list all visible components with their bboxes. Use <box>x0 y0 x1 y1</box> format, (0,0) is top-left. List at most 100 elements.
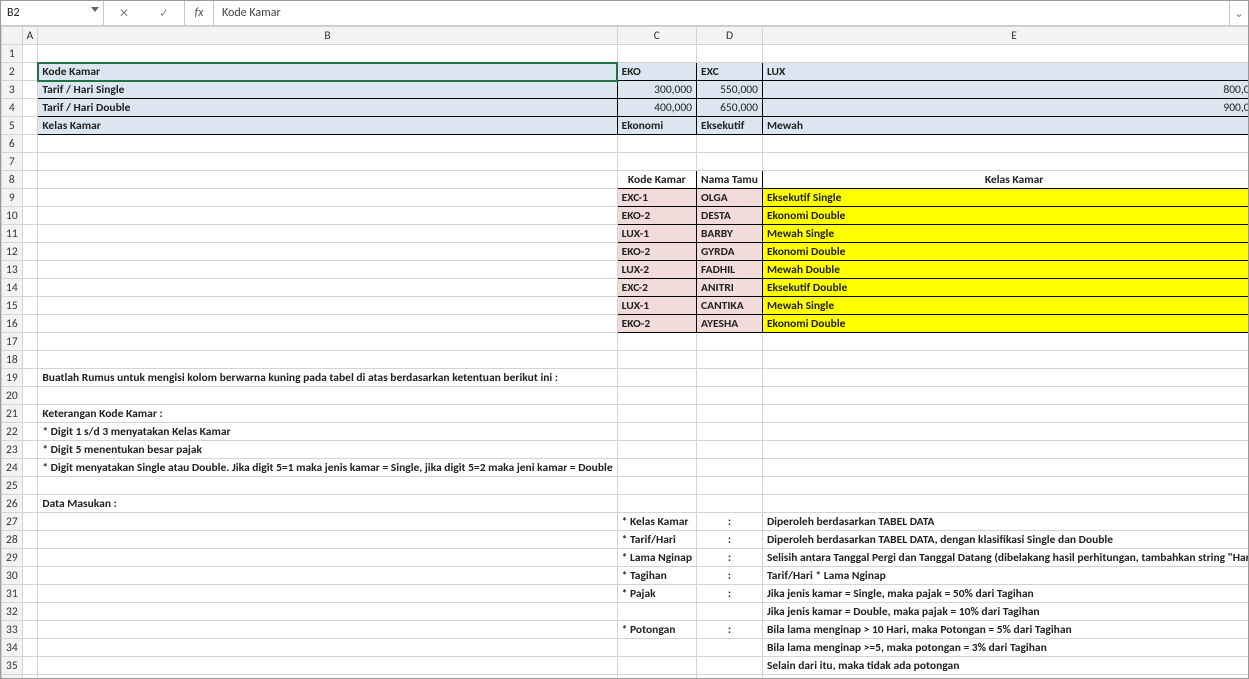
cell-E17[interactable] <box>762 333 1248 351</box>
cell-A9[interactable] <box>22 189 38 207</box>
row-header-27[interactable]: 27 <box>2 513 23 531</box>
cell-B36[interactable] <box>38 675 617 679</box>
cell-C14[interactable]: EXC-2 <box>617 279 696 297</box>
cell-E5[interactable]: Mewah <box>762 117 1248 135</box>
cell-D9[interactable]: OLGA <box>697 189 763 207</box>
cell-C9[interactable]: EXC-1 <box>617 189 696 207</box>
cell-C34[interactable] <box>617 639 696 657</box>
cell-A14[interactable] <box>22 279 38 297</box>
cell-C4[interactable]: 400,000 <box>617 99 696 117</box>
row-header-26[interactable]: 26 <box>2 495 23 513</box>
cell-A20[interactable] <box>22 387 38 405</box>
cell-A22[interactable] <box>22 423 38 441</box>
cell-A8[interactable] <box>22 171 38 189</box>
row-header-12[interactable]: 12 <box>2 243 23 261</box>
cell-A13[interactable] <box>22 261 38 279</box>
cell-E32[interactable]: Jika jenis kamar = Double, maka pajak = … <box>762 603 1248 621</box>
cell-D17[interactable] <box>697 333 763 351</box>
cell-E31[interactable]: Jika jenis kamar = Single, maka pajak = … <box>762 585 1248 603</box>
cell-A33[interactable] <box>22 621 38 639</box>
cell-B34[interactable] <box>38 639 617 657</box>
cell-C23[interactable] <box>617 441 696 459</box>
cell-E13[interactable]: Mewah Double <box>762 261 1248 279</box>
chevron-down-icon[interactable] <box>91 7 99 12</box>
col-header-A[interactable]: A <box>22 27 38 45</box>
cell-D25[interactable] <box>697 477 763 495</box>
cell-A12[interactable] <box>22 243 38 261</box>
row-header-6[interactable]: 6 <box>2 135 23 153</box>
cell-E7[interactable] <box>762 153 1248 171</box>
cell-C25[interactable] <box>617 477 696 495</box>
cell-E35[interactable]: Selain dari itu, maka tidak ada potongan <box>762 657 1248 675</box>
cell-E1[interactable] <box>762 45 1248 63</box>
cell-E3[interactable]: 800,000 <box>762 81 1248 99</box>
cell-E29[interactable]: Selisih antara Tanggal Pergi dan Tanggal… <box>762 549 1248 567</box>
cell-A29[interactable] <box>22 549 38 567</box>
row-header-33[interactable]: 33 <box>2 621 23 639</box>
cell-C20[interactable] <box>617 387 696 405</box>
cell-E27[interactable]: Diperoleh berdasarkan TABEL DATA <box>762 513 1248 531</box>
cell-C2[interactable]: EKO <box>617 63 696 81</box>
cell-D32[interactable] <box>697 603 763 621</box>
cell-E12[interactable]: Ekonomi Double <box>762 243 1248 261</box>
row-header-32[interactable]: 32 <box>2 603 23 621</box>
cell-E16[interactable]: Ekonomi Double <box>762 315 1248 333</box>
cell-B19[interactable]: Buatlah Rumus untuk mengisi kolom berwar… <box>38 369 617 387</box>
cell-D5[interactable]: Eksekutif <box>697 117 763 135</box>
cell-C12[interactable]: EKO-2 <box>617 243 696 261</box>
cell-A27[interactable] <box>22 513 38 531</box>
cell-D26[interactable] <box>697 495 763 513</box>
cell-C36[interactable]: * Total Bayar <box>617 675 696 679</box>
fx-icon[interactable]: fx <box>185 1 214 25</box>
cell-B3[interactable]: Tarif / Hari Single <box>38 81 617 99</box>
cell-D16[interactable]: AYESHA <box>697 315 763 333</box>
cell-D13[interactable]: FADHIL <box>697 261 763 279</box>
cell-C1[interactable] <box>617 45 696 63</box>
cell-C18[interactable] <box>617 351 696 369</box>
cell-A10[interactable] <box>22 207 38 225</box>
cell-D1[interactable] <box>697 45 763 63</box>
cell-D12[interactable]: GYRDA <box>697 243 763 261</box>
cell-B13[interactable] <box>38 261 617 279</box>
cell-B17[interactable] <box>38 333 617 351</box>
row-header-5[interactable]: 5 <box>2 117 23 135</box>
cell-A6[interactable] <box>22 135 38 153</box>
cell-B27[interactable] <box>38 513 617 531</box>
cell-A16[interactable] <box>22 315 38 333</box>
cell-C7[interactable] <box>617 153 696 171</box>
select-all-corner[interactable] <box>2 27 23 45</box>
name-box[interactable]: B2 <box>1 1 104 25</box>
cell-D30[interactable]: : <box>697 567 763 585</box>
cell-A17[interactable] <box>22 333 38 351</box>
cell-E25[interactable] <box>762 477 1248 495</box>
cell-C3[interactable]: 300,000 <box>617 81 696 99</box>
cell-E30[interactable]: Tarif/Hari * Lama Nginap <box>762 567 1248 585</box>
cell-C28[interactable]: * Tarif/Hari <box>617 531 696 549</box>
cell-A31[interactable] <box>22 585 38 603</box>
cell-B35[interactable] <box>38 657 617 675</box>
cell-C30[interactable]: * Tagihan <box>617 567 696 585</box>
cell-E9[interactable]: Eksekutif Single <box>762 189 1248 207</box>
cell-D14[interactable]: ANITRI <box>697 279 763 297</box>
cell-A25[interactable] <box>22 477 38 495</box>
cell-E18[interactable] <box>762 351 1248 369</box>
cell-D19[interactable] <box>697 369 763 387</box>
cell-E20[interactable] <box>762 387 1248 405</box>
expand-formula-bar-icon[interactable]: ⌄ <box>1229 1 1248 25</box>
cell-A21[interactable] <box>22 405 38 423</box>
cell-B24[interactable]: * Digit menyatakan Single atau Double. J… <box>38 459 617 477</box>
cell-B31[interactable] <box>38 585 617 603</box>
row-header-8[interactable]: 8 <box>2 171 23 189</box>
cell-D7[interactable] <box>697 153 763 171</box>
cell-B14[interactable] <box>38 279 617 297</box>
cell-B10[interactable] <box>38 207 617 225</box>
row-header-10[interactable]: 10 <box>2 207 23 225</box>
cell-B15[interactable] <box>38 297 617 315</box>
cell-B8[interactable] <box>38 171 617 189</box>
cell-C10[interactable]: EKO-2 <box>617 207 696 225</box>
cell-D18[interactable] <box>697 351 763 369</box>
cell-C8[interactable]: Kode Kamar <box>617 171 696 189</box>
cell-E36[interactable]: Tagihan + Pajak - Potongan <box>762 675 1248 679</box>
cell-E21[interactable] <box>762 405 1248 423</box>
cell-D34[interactable] <box>697 639 763 657</box>
